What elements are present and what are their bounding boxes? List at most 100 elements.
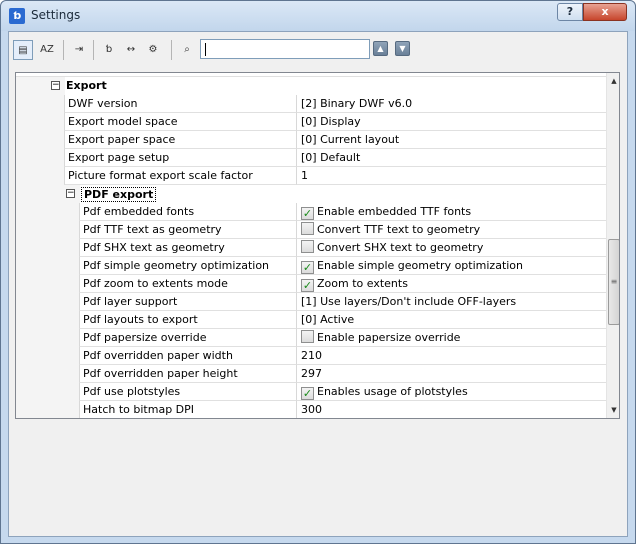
- property-row[interactable]: DWF version [2] Binary DWF v6.0: [16, 95, 606, 113]
- property-name: Export page setup: [64, 149, 296, 167]
- property-value-text: Enable embedded TTF fonts: [317, 205, 472, 218]
- settings-property-grid[interactable]: ▲ ≡ ▼ − Export DWF version [2] Binary DWF v…: [15, 72, 620, 419]
- row-gutter: [16, 257, 79, 275]
- toolbar-separator: [171, 40, 172, 60]
- row-gutter: [16, 203, 79, 221]
- row-gutter: [16, 239, 79, 257]
- property-value[interactable]: ✓ Enables usage of plotstyles: [296, 383, 606, 401]
- dialog-client-area: ▲ ▼ ▤ AZ ⇥ ƅ ↔ ⚙ ⌕ ▲ ≡ ▼ − Export DWF version [2]…: [8, 31, 628, 537]
- row-gutter: [16, 365, 79, 383]
- property-row[interactable]: Pdf use plotstyles ✓ Enables usage of plot…: [16, 383, 606, 401]
- property-row[interactable]: Pdf layer support [1] Use layers/Don't in…: [16, 293, 606, 311]
- property-row[interactable]: Pdf SHX text as geometry Convert SHX text…: [16, 239, 606, 257]
- property-value-text: 300: [301, 403, 322, 416]
- row-gutter: [16, 347, 79, 365]
- group-row-export[interactable]: − Export: [16, 77, 606, 95]
- gear-settings-icon[interactable]: ⚙: [143, 40, 163, 60]
- help-button[interactable]: ?: [557, 3, 583, 21]
- checkbox-checked-icon[interactable]: ✓: [301, 261, 314, 274]
- property-value-text: Convert SHX text to geometry: [317, 241, 484, 254]
- row-gutter: [16, 383, 79, 401]
- property-row[interactable]: Picture format export scale factor 1: [16, 167, 606, 185]
- property-name: Pdf zoom to extents mode: [79, 275, 296, 293]
- checkbox-unchecked-icon[interactable]: [301, 222, 314, 235]
- binoculars-icon[interactable]: ⌕: [177, 40, 197, 60]
- checkbox-checked-icon[interactable]: ✓: [301, 279, 314, 292]
- property-value[interactable]: [2] Binary DWF v6.0: [296, 95, 606, 113]
- row-gutter: [16, 221, 79, 239]
- checkbox-unchecked-icon[interactable]: [301, 330, 314, 343]
- close-button[interactable]: x: [583, 3, 627, 21]
- group-row-pdf-export[interactable]: − PDF export: [16, 185, 606, 203]
- property-value[interactable]: [0] Current layout: [296, 131, 606, 149]
- property-name: Pdf use plotstyles: [79, 383, 296, 401]
- property-value-text: [1] Use layers/Don't include OFF-layers: [301, 295, 517, 308]
- property-name: Pdf TTF text as geometry: [79, 221, 296, 239]
- property-value-text: 297: [301, 367, 322, 380]
- property-name: Pdf SHX text as geometry: [79, 239, 296, 257]
- property-row[interactable]: Pdf papersize override Enable papersize o…: [16, 329, 606, 347]
- property-row[interactable]: Export paper space [0] Current layout: [16, 131, 606, 149]
- app-settings-icon[interactable]: ƅ: [99, 40, 119, 60]
- property-value[interactable]: [0] Display: [296, 113, 606, 131]
- property-value[interactable]: [0] Active: [296, 311, 606, 329]
- collapse-toggle-icon[interactable]: −: [66, 189, 75, 198]
- row-gutter: [16, 167, 64, 185]
- property-value[interactable]: Enable papersize override: [296, 329, 606, 347]
- property-value-text: Enables usage of plotstyles: [317, 385, 468, 398]
- find-previous-button[interactable]: ▲: [373, 41, 388, 56]
- property-row[interactable]: Pdf overridden paper width 210: [16, 347, 606, 365]
- property-value[interactable]: 210: [296, 347, 606, 365]
- checkbox-checked-icon[interactable]: ✓: [301, 387, 314, 400]
- search-input[interactable]: [200, 39, 370, 59]
- toolbar-separator: [93, 40, 94, 60]
- scrollbar-thumb[interactable]: ≡: [608, 239, 619, 325]
- property-name: Hatch to bitmap DPI: [79, 401, 296, 418]
- property-value[interactable]: Convert SHX text to geometry: [296, 239, 606, 257]
- property-value-text: [2] Binary DWF v6.0: [301, 97, 413, 110]
- property-row[interactable]: Pdf TTF text as geometry Convert TTF text…: [16, 221, 606, 239]
- property-value[interactable]: 1: [296, 167, 606, 185]
- property-row[interactable]: Pdf simple geometry optimization ✓ Enable …: [16, 257, 606, 275]
- property-row[interactable]: Export page setup [0] Default: [16, 149, 606, 167]
- property-value[interactable]: [0] Default: [296, 149, 606, 167]
- bricscad-icon: ƅ: [9, 8, 25, 24]
- property-row[interactable]: Pdf embedded fonts ✓ Enable embedded TTF f…: [16, 203, 606, 221]
- scroll-down-arrow-icon[interactable]: ▼: [608, 403, 619, 417]
- row-gutter: [16, 95, 64, 113]
- property-value[interactable]: ✓ Enable simple geometry optimization: [296, 257, 606, 275]
- categorized-view-icon[interactable]: ▤: [13, 40, 33, 60]
- collapse-toggle-icon[interactable]: −: [51, 81, 60, 90]
- row-gutter: [16, 131, 64, 149]
- property-value-text: 1: [301, 169, 308, 182]
- title-bar[interactable]: ƅ Settings ? x: [1, 1, 635, 31]
- dimension-icon[interactable]: ↔: [121, 40, 141, 60]
- property-value-text: Convert TTF text to geometry: [317, 223, 481, 236]
- property-value[interactable]: 297: [296, 365, 606, 383]
- scroll-up-arrow-icon[interactable]: ▲: [608, 74, 619, 88]
- property-value[interactable]: [1] Use layers/Don't include OFF-layers: [296, 293, 606, 311]
- toolbar: ▲ ▼ ▤ AZ ⇥ ƅ ↔ ⚙ ⌕: [9, 32, 627, 68]
- property-value[interactable]: 300: [296, 401, 606, 418]
- property-name: Pdf simple geometry optimization: [79, 257, 296, 275]
- property-value[interactable]: ✓ Zoom to extents: [296, 275, 606, 293]
- property-row[interactable]: Pdf overridden paper height 297: [16, 365, 606, 383]
- find-next-button[interactable]: ▼: [395, 41, 410, 56]
- export-icon[interactable]: ⇥: [69, 40, 89, 60]
- property-value-text: [0] Display: [301, 115, 361, 128]
- property-row[interactable]: Hatch to bitmap DPI 300: [16, 401, 606, 418]
- property-row[interactable]: Pdf layouts to export [0] Active: [16, 311, 606, 329]
- property-value[interactable]: ✓ Enable embedded TTF fonts: [296, 203, 606, 221]
- checkbox-unchecked-icon[interactable]: [301, 240, 314, 253]
- property-value-text: Zoom to extents: [317, 277, 408, 290]
- property-row[interactable]: Pdf zoom to extents mode ✓ Zoom to extents: [16, 275, 606, 293]
- property-value[interactable]: Convert TTF text to geometry: [296, 221, 606, 239]
- property-name: DWF version: [64, 95, 296, 113]
- property-name: Pdf layer support: [79, 293, 296, 311]
- checkbox-checked-icon[interactable]: ✓: [301, 207, 314, 220]
- property-row[interactable]: Export model space [0] Display: [16, 113, 606, 131]
- alphabetical-sort-icon[interactable]: AZ: [37, 40, 57, 60]
- property-name: Picture format export scale factor: [64, 167, 296, 185]
- vertical-scrollbar[interactable]: ▲ ≡ ▼: [606, 73, 619, 418]
- window-title: Settings: [31, 8, 81, 22]
